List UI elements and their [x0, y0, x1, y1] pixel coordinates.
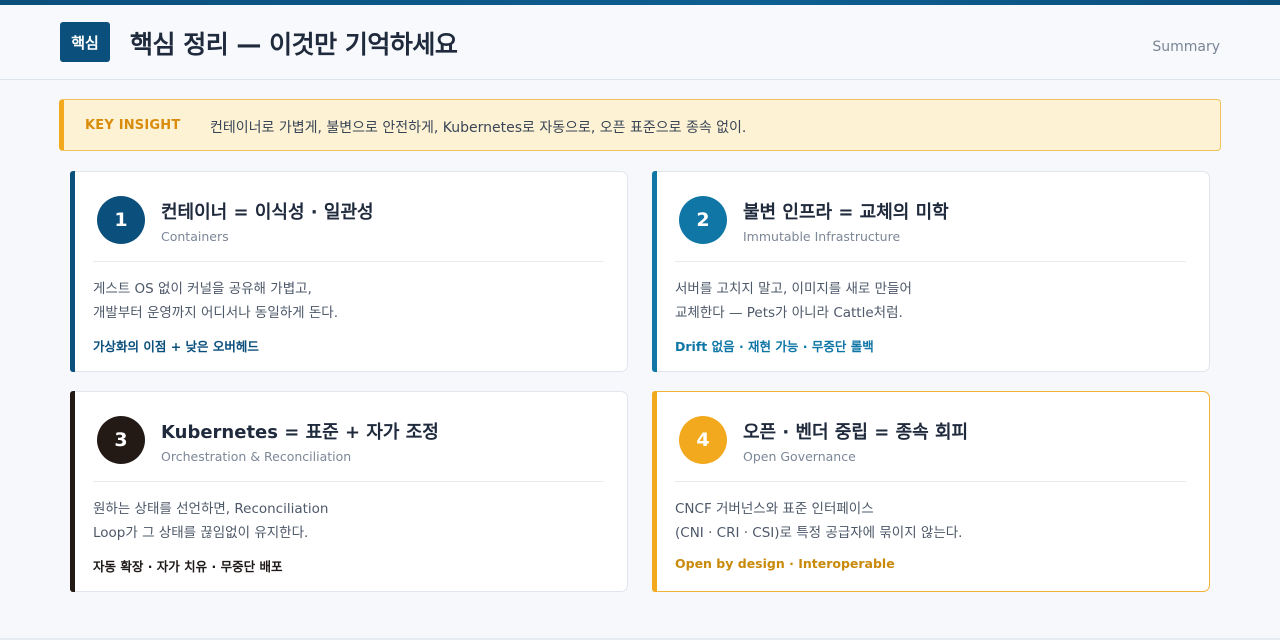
summary-card-open-governance: 4 오픈 · 벤더 중립 = 종속 회피 Open Governance CNC… — [652, 391, 1210, 592]
card-subtitle: Containers — [161, 229, 229, 244]
card-number-badge: 3 — [97, 416, 145, 464]
card-accent-bar — [652, 171, 657, 372]
card-title: 오픈 · 벤더 중립 = 종속 회피 — [743, 422, 969, 443]
card-tagline: 가상화의 이점 + 낮은 오버헤드 — [93, 339, 259, 354]
page-header: 핵심 핵심 정리 — 이것만 기억하세요 Summary — [0, 5, 1280, 80]
summary-card-containers: 1 컨테이너 = 이식성 · 일관성 Containers 게스트 OS 없이 … — [70, 171, 628, 372]
card-accent-bar — [70, 171, 75, 372]
card-accent-bar — [70, 391, 75, 592]
card-tagline: Drift 없음 · 재현 가능 · 무중단 롤백 — [675, 339, 874, 354]
card-number-badge: 2 — [679, 196, 727, 244]
card-divider — [93, 261, 604, 262]
card-body: 게스트 OS 없이 커널을 공유해 가볍고, 개발부터 운영까지 어디서나 동일… — [93, 277, 338, 325]
card-body-line: CNCF 거버넌스와 표준 인터페이스 — [675, 501, 874, 517]
key-insight-label: KEY INSIGHT — [85, 118, 181, 133]
card-number-badge: 1 — [97, 196, 145, 244]
card-divider — [93, 481, 604, 482]
card-body-line: Loop가 그 상태를 끊임없이 유지한다. — [93, 525, 309, 541]
card-tagline: Open by design · Interoperable — [675, 556, 895, 571]
card-body-line: 서버를 고치지 말고, 이미지를 새로 만들어 — [675, 281, 912, 297]
card-body: 원하는 상태를 선언하면, Reconciliation Loop가 그 상태를… — [93, 497, 329, 545]
card-title: 불변 인프라 = 교체의 미학 — [743, 202, 949, 223]
card-subtitle: Immutable Infrastructure — [743, 229, 901, 244]
card-divider — [675, 481, 1186, 482]
key-insight-banner: KEY INSIGHT 컨테이너로 가볍게, 불변으로 안전하게, Kubern… — [59, 99, 1221, 151]
card-body-line: 게스트 OS 없이 커널을 공유해 가볍고, — [93, 281, 312, 297]
card-body-line: 개발부터 운영까지 어디서나 동일하게 돈다. — [93, 305, 339, 321]
card-divider — [675, 261, 1186, 262]
page-title: 핵심 정리 — 이것만 기억하세요 — [130, 30, 458, 59]
section-badge: 핵심 — [60, 22, 110, 62]
card-subtitle: Open Governance — [743, 449, 856, 464]
card-number-badge: 4 — [679, 416, 727, 464]
card-body-line: 교체한다 — Pets가 아니라 Cattle처럼. — [675, 305, 903, 321]
key-insight-text: 컨테이너로 가볍게, 불변으로 안전하게, Kubernetes로 자동으로, … — [210, 120, 747, 136]
card-body: CNCF 거버넌스와 표준 인터페이스 (CNI · CRI · CSI)로 특… — [675, 497, 962, 545]
card-body-line: 원하는 상태를 선언하면, Reconciliation — [93, 501, 329, 517]
card-title: Kubernetes = 표준 + 자가 조정 — [161, 422, 439, 443]
card-title: 컨테이너 = 이식성 · 일관성 — [161, 202, 374, 223]
card-body: 서버를 고치지 말고, 이미지를 새로 만들어 교체한다 — Pets가 아니라… — [675, 277, 912, 325]
card-subtitle: Orchestration & Reconciliation — [161, 449, 352, 464]
summary-card-immutable-infra: 2 불변 인프라 = 교체의 미학 Immutable Infrastructu… — [652, 171, 1210, 372]
card-body-line: (CNI · CRI · CSI)로 특정 공급자에 묶이지 않는다. — [675, 525, 963, 541]
summary-card-kubernetes: 3 Kubernetes = 표준 + 자가 조정 Orchestration … — [70, 391, 628, 592]
card-tagline: 자동 확장 · 자가 치유 · 무중단 배포 — [93, 559, 283, 574]
summary-label: Summary — [1152, 39, 1220, 55]
card-accent-bar — [652, 391, 657, 592]
